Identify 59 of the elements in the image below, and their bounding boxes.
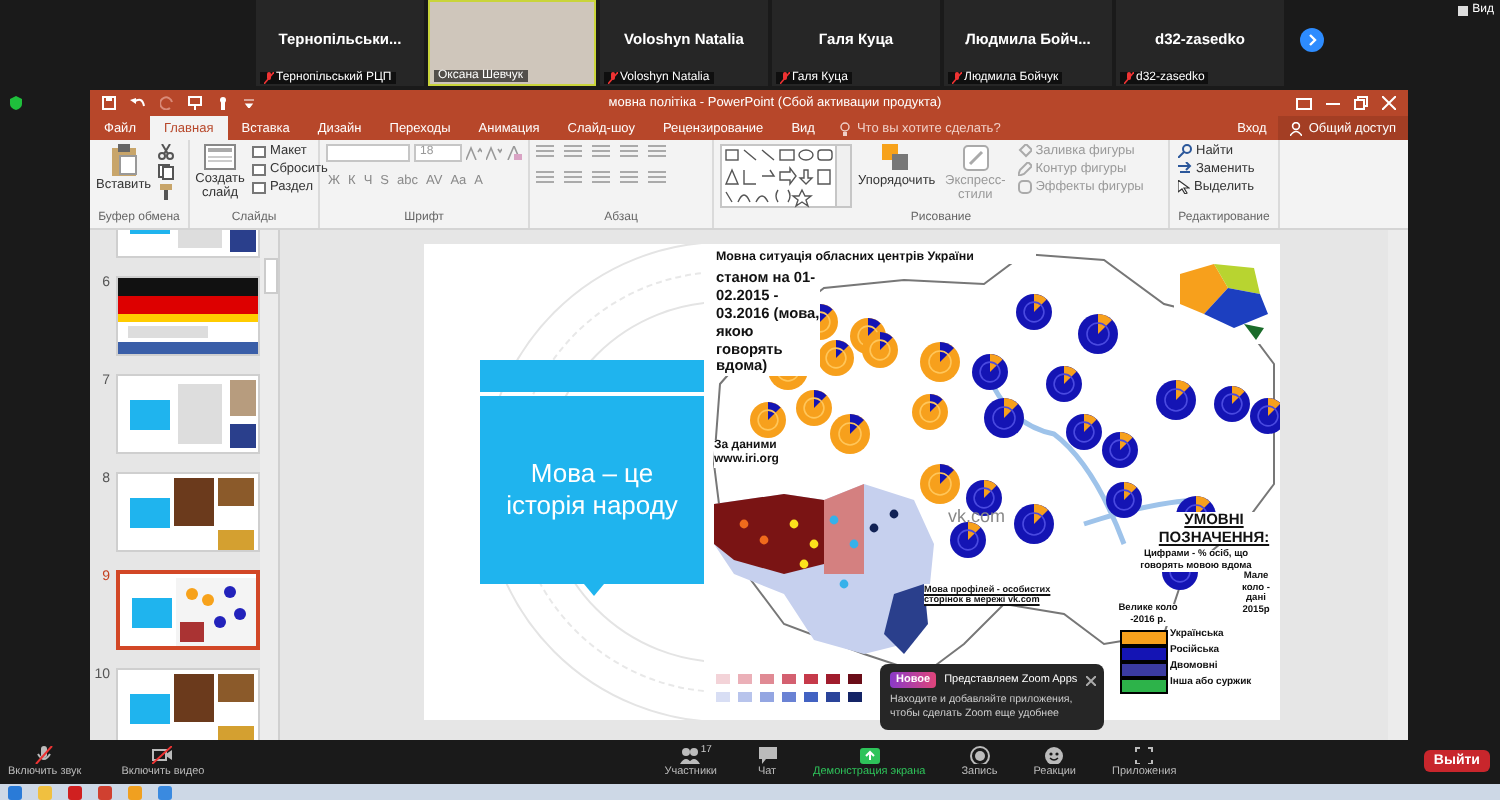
person-icon [1290, 121, 1303, 135]
clear-format-icon[interactable] [506, 146, 522, 160]
paint-bucket-icon [1017, 144, 1032, 158]
touch-icon[interactable] [216, 96, 230, 110]
replace-icon [1178, 162, 1192, 176]
chat-bubble-icon [757, 746, 777, 764]
presentation-icon[interactable] [188, 96, 202, 110]
callout-tail-icon [584, 584, 604, 596]
line-spacing-icon[interactable] [648, 144, 666, 158]
align-left-icon[interactable] [536, 170, 554, 184]
scrollbar[interactable] [260, 230, 278, 740]
shapes-gallery-drawing[interactable] [720, 144, 852, 208]
undo-icon[interactable] [130, 96, 146, 110]
taskbar-app-icon[interactable] [68, 785, 82, 799]
pen-icon [1017, 162, 1032, 176]
redo-icon[interactable] [160, 96, 174, 110]
vk-label: vk.com [948, 506, 1006, 527]
align-right-icon[interactable] [592, 170, 610, 184]
share-screen-icon [859, 746, 880, 764]
slide-thumbnail-drawing [118, 278, 258, 354]
align-center-icon[interactable] [564, 170, 582, 184]
numbering-icon[interactable] [564, 144, 582, 158]
people-icon [680, 746, 701, 764]
callout-text: Мова – це історія народу [480, 396, 704, 584]
shield-icon [10, 96, 22, 110]
pointer-icon [1178, 180, 1190, 194]
customize-caret-icon[interactable] [244, 98, 254, 108]
taskbar-app-icon[interactable] [8, 785, 22, 799]
record-icon [969, 746, 990, 764]
scrollbar[interactable] [1388, 230, 1408, 740]
smiley-icon [1044, 746, 1065, 764]
decrease-indent-icon[interactable] [592, 144, 610, 158]
microphone-off-icon [34, 746, 55, 764]
lightbulb-icon [840, 121, 851, 135]
search-icon [1178, 144, 1192, 158]
justify-icon[interactable] [620, 170, 638, 184]
minimize-icon[interactable] [1326, 97, 1340, 109]
increase-indent-icon[interactable] [620, 144, 638, 158]
camera-off-icon [152, 746, 173, 764]
save-icon[interactable] [102, 96, 116, 110]
cut-icon[interactable] [157, 144, 174, 160]
font-name-field[interactable] [326, 144, 410, 162]
slide-thumbnail[interactable] [116, 570, 260, 650]
copy-icon[interactable] [157, 164, 174, 180]
arrange-icon [882, 144, 911, 172]
close-icon[interactable] [1085, 675, 1096, 685]
apps-icon [1134, 746, 1155, 764]
grow-font-icon[interactable] [466, 146, 482, 160]
shrink-font-icon[interactable] [486, 146, 502, 160]
columns-icon[interactable] [648, 170, 666, 184]
taskbar-app-icon[interactable] [98, 785, 112, 799]
effects-icon [1017, 180, 1032, 194]
grid-icon [1458, 5, 1469, 15]
next-page-icon[interactable] [1300, 28, 1324, 52]
format-painter-icon[interactable] [157, 184, 174, 200]
taskbar-app-icon[interactable] [158, 785, 172, 799]
ribbon-display-icon[interactable] [1296, 97, 1312, 109]
bullets-icon[interactable] [536, 144, 554, 158]
restore-icon[interactable] [1354, 96, 1368, 110]
